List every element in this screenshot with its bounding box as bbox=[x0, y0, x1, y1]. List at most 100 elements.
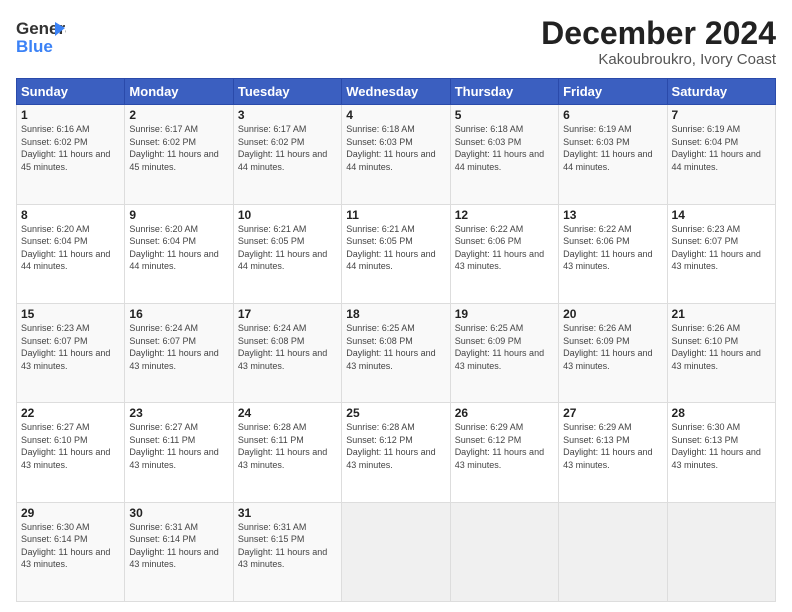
day-info: Sunrise: 6:31 AMSunset: 6:15 PMDaylight:… bbox=[238, 521, 337, 571]
day-number: 29 bbox=[21, 506, 120, 520]
calendar-cell: 16Sunrise: 6:24 AMSunset: 6:07 PMDayligh… bbox=[125, 303, 233, 402]
calendar-cell: 8Sunrise: 6:20 AMSunset: 6:04 PMDaylight… bbox=[17, 204, 125, 303]
day-info: Sunrise: 6:29 AMSunset: 6:12 PMDaylight:… bbox=[455, 421, 554, 471]
day-info: Sunrise: 6:16 AMSunset: 6:02 PMDaylight:… bbox=[21, 123, 120, 173]
calendar-cell: 28Sunrise: 6:30 AMSunset: 6:13 PMDayligh… bbox=[667, 403, 775, 502]
day-number: 18 bbox=[346, 307, 445, 321]
day-number: 15 bbox=[21, 307, 120, 321]
week-row-2: 8Sunrise: 6:20 AMSunset: 6:04 PMDaylight… bbox=[17, 204, 776, 303]
title-block: December 2024 Kakoubroukro, Ivory Coast bbox=[541, 16, 776, 68]
day-number: 17 bbox=[238, 307, 337, 321]
calendar-cell: 22Sunrise: 6:27 AMSunset: 6:10 PMDayligh… bbox=[17, 403, 125, 502]
day-number: 14 bbox=[672, 208, 771, 222]
calendar-cell: 11Sunrise: 6:21 AMSunset: 6:05 PMDayligh… bbox=[342, 204, 450, 303]
calendar-cell: 1Sunrise: 6:16 AMSunset: 6:02 PMDaylight… bbox=[17, 105, 125, 204]
header-sunday: Sunday bbox=[17, 79, 125, 105]
calendar-cell: 26Sunrise: 6:29 AMSunset: 6:12 PMDayligh… bbox=[450, 403, 558, 502]
calendar-cell: 14Sunrise: 6:23 AMSunset: 6:07 PMDayligh… bbox=[667, 204, 775, 303]
day-info: Sunrise: 6:22 AMSunset: 6:06 PMDaylight:… bbox=[563, 223, 662, 273]
day-number: 19 bbox=[455, 307, 554, 321]
day-info: Sunrise: 6:22 AMSunset: 6:06 PMDaylight:… bbox=[455, 223, 554, 273]
day-number: 2 bbox=[129, 108, 228, 122]
calendar-body: 1Sunrise: 6:16 AMSunset: 6:02 PMDaylight… bbox=[17, 105, 776, 602]
calendar-cell: 10Sunrise: 6:21 AMSunset: 6:05 PMDayligh… bbox=[233, 204, 341, 303]
day-info: Sunrise: 6:24 AMSunset: 6:08 PMDaylight:… bbox=[238, 322, 337, 372]
calendar-cell: 29Sunrise: 6:30 AMSunset: 6:14 PMDayligh… bbox=[17, 502, 125, 601]
day-number: 26 bbox=[455, 406, 554, 420]
calendar-cell bbox=[667, 502, 775, 601]
day-info: Sunrise: 6:20 AMSunset: 6:04 PMDaylight:… bbox=[21, 223, 120, 273]
day-info: Sunrise: 6:21 AMSunset: 6:05 PMDaylight:… bbox=[346, 223, 445, 273]
calendar-cell: 30Sunrise: 6:31 AMSunset: 6:14 PMDayligh… bbox=[125, 502, 233, 601]
day-number: 1 bbox=[21, 108, 120, 122]
calendar-cell: 23Sunrise: 6:27 AMSunset: 6:11 PMDayligh… bbox=[125, 403, 233, 502]
calendar-cell: 9Sunrise: 6:20 AMSunset: 6:04 PMDaylight… bbox=[125, 204, 233, 303]
calendar-cell: 4Sunrise: 6:18 AMSunset: 6:03 PMDaylight… bbox=[342, 105, 450, 204]
month-year: December 2024 bbox=[541, 16, 776, 51]
day-info: Sunrise: 6:20 AMSunset: 6:04 PMDaylight:… bbox=[129, 223, 228, 273]
header-saturday: Saturday bbox=[667, 79, 775, 105]
calendar-cell: 20Sunrise: 6:26 AMSunset: 6:09 PMDayligh… bbox=[559, 303, 667, 402]
day-info: Sunrise: 6:17 AMSunset: 6:02 PMDaylight:… bbox=[129, 123, 228, 173]
calendar-table: SundayMondayTuesdayWednesdayThursdayFrid… bbox=[16, 78, 776, 602]
week-row-4: 22Sunrise: 6:27 AMSunset: 6:10 PMDayligh… bbox=[17, 403, 776, 502]
day-number: 12 bbox=[455, 208, 554, 222]
day-number: 5 bbox=[455, 108, 554, 122]
day-info: Sunrise: 6:26 AMSunset: 6:09 PMDaylight:… bbox=[563, 322, 662, 372]
day-number: 10 bbox=[238, 208, 337, 222]
day-number: 3 bbox=[238, 108, 337, 122]
day-number: 21 bbox=[672, 307, 771, 321]
calendar-cell: 21Sunrise: 6:26 AMSunset: 6:10 PMDayligh… bbox=[667, 303, 775, 402]
calendar-cell: 17Sunrise: 6:24 AMSunset: 6:08 PMDayligh… bbox=[233, 303, 341, 402]
calendar-cell: 31Sunrise: 6:31 AMSunset: 6:15 PMDayligh… bbox=[233, 502, 341, 601]
calendar-cell: 6Sunrise: 6:19 AMSunset: 6:03 PMDaylight… bbox=[559, 105, 667, 204]
day-number: 16 bbox=[129, 307, 228, 321]
day-info: Sunrise: 6:19 AMSunset: 6:04 PMDaylight:… bbox=[672, 123, 771, 173]
day-number: 7 bbox=[672, 108, 771, 122]
day-number: 13 bbox=[563, 208, 662, 222]
page-container: General Blue December 2024 Kakoubroukro,… bbox=[0, 0, 792, 612]
calendar-cell bbox=[559, 502, 667, 601]
calendar-cell: 7Sunrise: 6:19 AMSunset: 6:04 PMDaylight… bbox=[667, 105, 775, 204]
header-monday: Monday bbox=[125, 79, 233, 105]
day-number: 23 bbox=[129, 406, 228, 420]
day-info: Sunrise: 6:25 AMSunset: 6:09 PMDaylight:… bbox=[455, 322, 554, 372]
day-info: Sunrise: 6:31 AMSunset: 6:14 PMDaylight:… bbox=[129, 521, 228, 571]
day-number: 4 bbox=[346, 108, 445, 122]
day-info: Sunrise: 6:19 AMSunset: 6:03 PMDaylight:… bbox=[563, 123, 662, 173]
week-row-5: 29Sunrise: 6:30 AMSunset: 6:14 PMDayligh… bbox=[17, 502, 776, 601]
calendar-cell: 27Sunrise: 6:29 AMSunset: 6:13 PMDayligh… bbox=[559, 403, 667, 502]
day-info: Sunrise: 6:30 AMSunset: 6:13 PMDaylight:… bbox=[672, 421, 771, 471]
calendar-cell: 13Sunrise: 6:22 AMSunset: 6:06 PMDayligh… bbox=[559, 204, 667, 303]
day-info: Sunrise: 6:17 AMSunset: 6:02 PMDaylight:… bbox=[238, 123, 337, 173]
day-info: Sunrise: 6:18 AMSunset: 6:03 PMDaylight:… bbox=[346, 123, 445, 173]
day-info: Sunrise: 6:26 AMSunset: 6:10 PMDaylight:… bbox=[672, 322, 771, 372]
day-number: 22 bbox=[21, 406, 120, 420]
calendar-cell bbox=[342, 502, 450, 601]
week-row-3: 15Sunrise: 6:23 AMSunset: 6:07 PMDayligh… bbox=[17, 303, 776, 402]
day-info: Sunrise: 6:30 AMSunset: 6:14 PMDaylight:… bbox=[21, 521, 120, 571]
day-number: 31 bbox=[238, 506, 337, 520]
day-number: 28 bbox=[672, 406, 771, 420]
day-info: Sunrise: 6:27 AMSunset: 6:11 PMDaylight:… bbox=[129, 421, 228, 471]
day-number: 8 bbox=[21, 208, 120, 222]
day-info: Sunrise: 6:24 AMSunset: 6:07 PMDaylight:… bbox=[129, 322, 228, 372]
day-info: Sunrise: 6:28 AMSunset: 6:12 PMDaylight:… bbox=[346, 421, 445, 471]
calendar-header-row: SundayMondayTuesdayWednesdayThursdayFrid… bbox=[17, 79, 776, 105]
day-info: Sunrise: 6:21 AMSunset: 6:05 PMDaylight:… bbox=[238, 223, 337, 273]
day-info: Sunrise: 6:29 AMSunset: 6:13 PMDaylight:… bbox=[563, 421, 662, 471]
day-number: 25 bbox=[346, 406, 445, 420]
header-friday: Friday bbox=[559, 79, 667, 105]
calendar-cell: 5Sunrise: 6:18 AMSunset: 6:03 PMDaylight… bbox=[450, 105, 558, 204]
calendar-cell: 18Sunrise: 6:25 AMSunset: 6:08 PMDayligh… bbox=[342, 303, 450, 402]
day-info: Sunrise: 6:27 AMSunset: 6:10 PMDaylight:… bbox=[21, 421, 120, 471]
day-info: Sunrise: 6:18 AMSunset: 6:03 PMDaylight:… bbox=[455, 123, 554, 173]
day-number: 6 bbox=[563, 108, 662, 122]
calendar-cell bbox=[450, 502, 558, 601]
logo: General Blue bbox=[16, 16, 60, 61]
calendar-cell: 2Sunrise: 6:17 AMSunset: 6:02 PMDaylight… bbox=[125, 105, 233, 204]
day-info: Sunrise: 6:23 AMSunset: 6:07 PMDaylight:… bbox=[672, 223, 771, 273]
day-info: Sunrise: 6:25 AMSunset: 6:08 PMDaylight:… bbox=[346, 322, 445, 372]
day-number: 9 bbox=[129, 208, 228, 222]
day-number: 11 bbox=[346, 208, 445, 222]
